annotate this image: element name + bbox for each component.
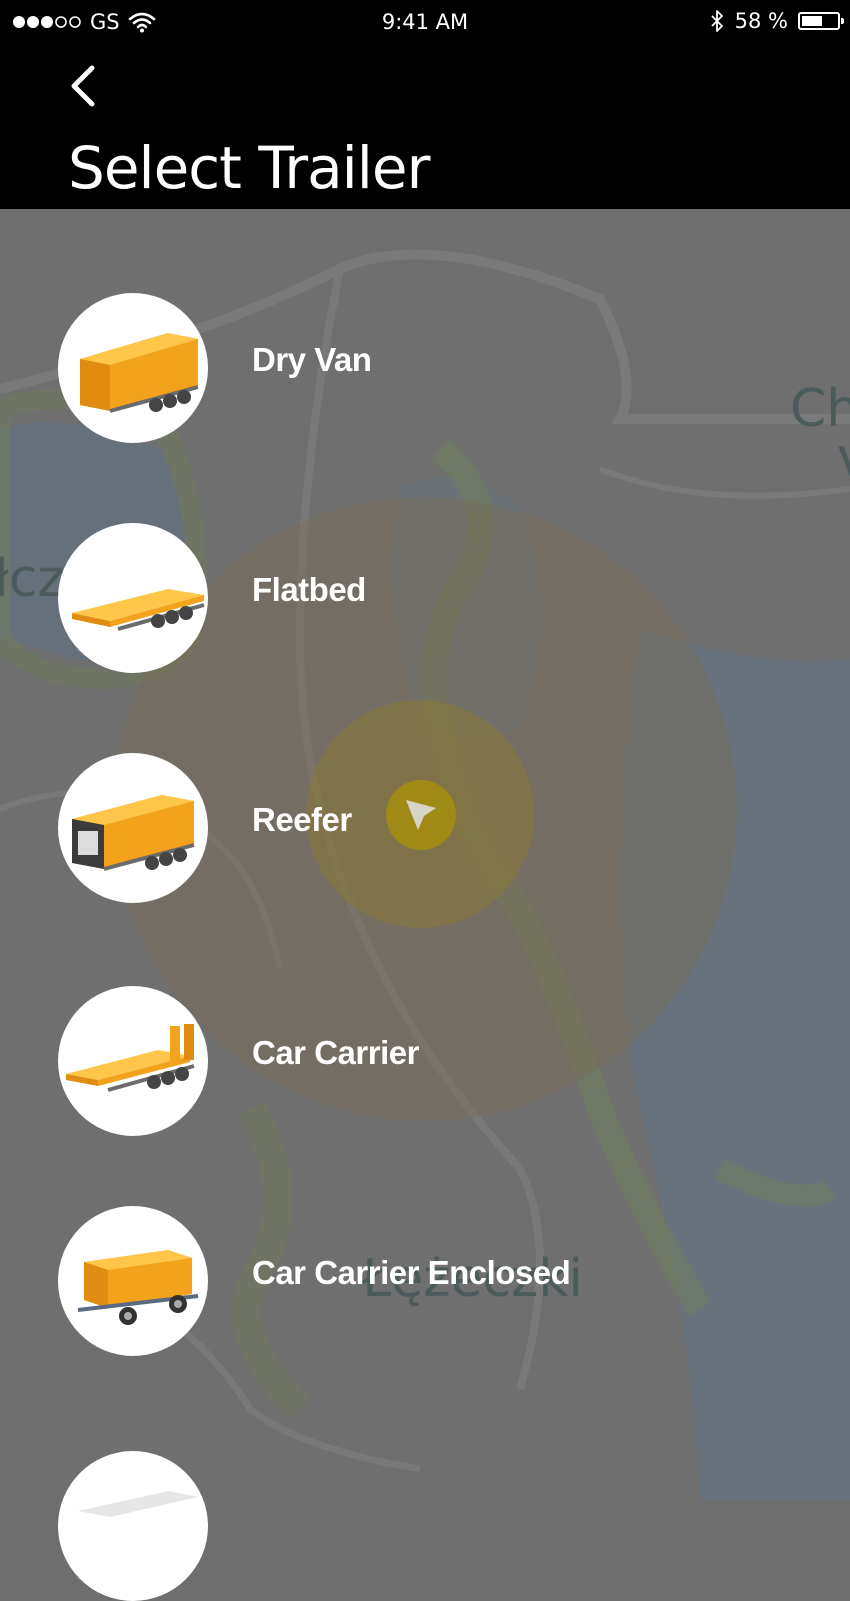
chevron-left-icon (71, 65, 95, 107)
map-label-v: V (838, 437, 850, 497)
status-bar: GS 9:41 AM 58 % (0, 0, 850, 46)
battery-icon (798, 12, 844, 30)
trailer-thumbnail (58, 986, 208, 1136)
status-right: 58 % (709, 9, 844, 33)
trailer-label: Car Carrier (252, 1034, 419, 1071)
back-button[interactable] (62, 62, 106, 110)
trailer-label: Dry Van (252, 341, 372, 378)
trailer-item-car-carrier[interactable]: Car Carrier (0, 986, 850, 1136)
trailer-label: Reefer (252, 801, 352, 838)
trailer-item-dry-van[interactable]: Dry Van (0, 293, 850, 443)
car-carrier-trailer-icon (66, 1024, 195, 1092)
trailer-item-partial[interactable] (0, 1451, 850, 1601)
page-title: Select Trailer (68, 134, 430, 202)
trailer-thumbnail (58, 1206, 208, 1356)
battery-percentage: 58 % (734, 9, 788, 33)
trailer-icon (78, 1491, 198, 1517)
dry-van-trailer-icon (80, 333, 199, 413)
trailer-label: Car Carrier Enclosed (252, 1254, 571, 1291)
trailer-item-car-carrier-enclosed[interactable]: Car Carrier Enclosed (0, 1206, 850, 1356)
trailer-thumbnail (58, 1451, 208, 1601)
bluetooth-icon (711, 10, 723, 32)
trailer-label: Flatbed (252, 571, 366, 608)
battery-tip (841, 18, 844, 24)
trailer-item-flatbed[interactable]: Flatbed (0, 523, 850, 673)
battery-level (802, 16, 822, 26)
navigation-header: Select Trailer (0, 46, 850, 209)
trailer-thumbnail (58, 753, 208, 903)
trailer-item-reefer[interactable]: Reefer (0, 753, 850, 903)
trailer-thumbnail (58, 523, 208, 673)
flatbed-trailer-icon (72, 589, 205, 631)
trailer-thumbnail (58, 293, 208, 443)
car-carrier-enclosed-trailer-icon (77, 1250, 199, 1325)
reefer-trailer-icon (72, 795, 195, 871)
